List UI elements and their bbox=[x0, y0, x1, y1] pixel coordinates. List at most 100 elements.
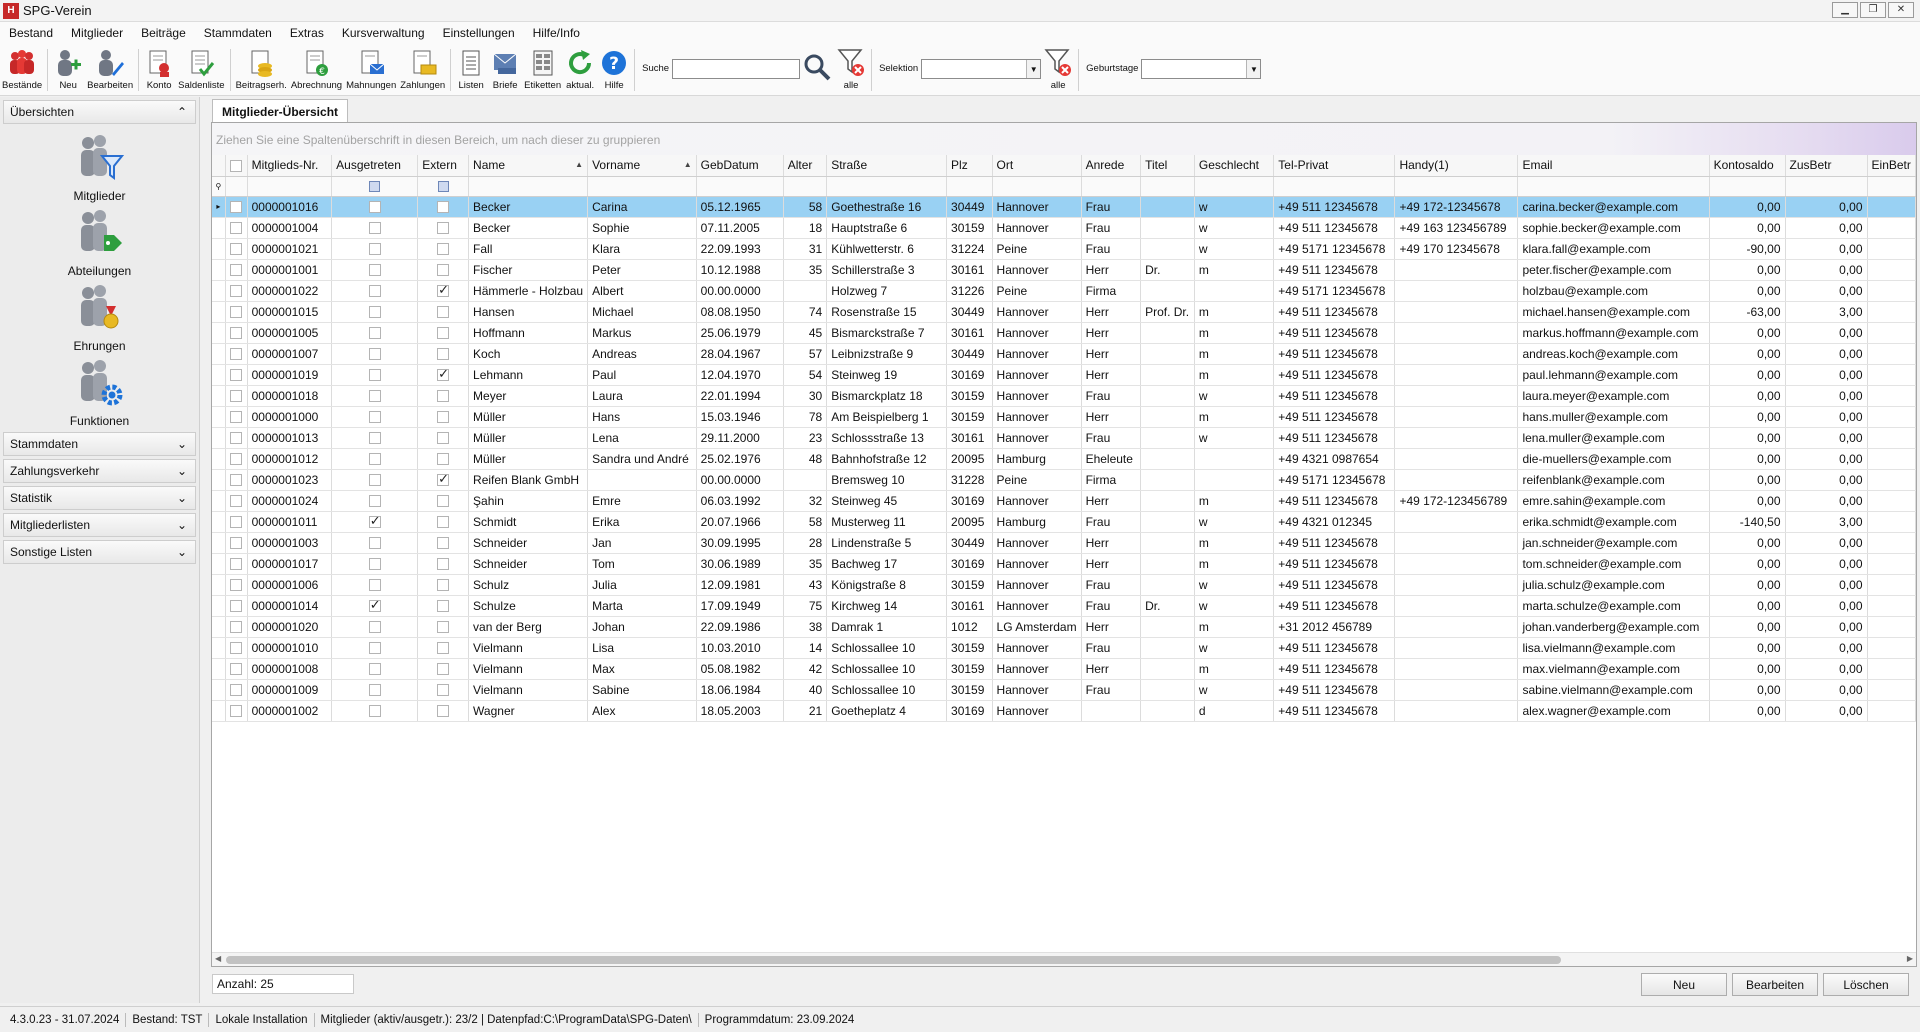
toolbar-hilfe-button[interactable]: ? Hilfe bbox=[597, 44, 631, 91]
sidebar-header-uebersichten[interactable]: Übersichten ⌃ bbox=[3, 100, 196, 124]
table-row[interactable]: 0000001022 Hämmerle - HolzbauAlbert00.00.… bbox=[212, 280, 1916, 302]
row-select-checkbox[interactable] bbox=[225, 406, 248, 428]
column-header-strasse[interactable]: Straße bbox=[826, 155, 948, 177]
ausgetreten-checkbox[interactable] bbox=[331, 679, 419, 701]
row-select-checkbox[interactable] bbox=[225, 595, 248, 617]
row-select-checkbox[interactable] bbox=[225, 574, 248, 596]
scrollbar-thumb[interactable] bbox=[226, 956, 1561, 964]
table-row[interactable]: 0000001009 Vielmann Sabine 18.06.1984 40 Schl… bbox=[212, 679, 1916, 701]
sidebar-header-zahlungsverkehr[interactable]: Zahlungsverkehr ⌄ bbox=[3, 459, 196, 483]
column-header-ausgetreten[interactable]: Ausgetreten bbox=[331, 155, 419, 177]
toolbar-aktual-button[interactable]: aktual. bbox=[563, 44, 597, 91]
ausgetreten-checkbox[interactable] bbox=[331, 532, 419, 554]
table-row[interactable]: 0000001013 Müller Lena 29.11.2000 23 Schlosss… bbox=[212, 427, 1916, 449]
sidebar-header-sonstige-listen[interactable]: Sonstige Listen ⌄ bbox=[3, 540, 196, 564]
row-select-checkbox[interactable] bbox=[225, 469, 248, 491]
select-all-checkbox[interactable] bbox=[225, 155, 248, 177]
menu-extras[interactable]: Extras bbox=[281, 26, 333, 40]
filter-cell[interactable] bbox=[783, 176, 828, 197]
search-input[interactable] bbox=[672, 59, 801, 79]
extern-checkbox[interactable] bbox=[417, 490, 470, 512]
menu-bestand[interactable]: Bestand bbox=[0, 26, 62, 40]
row-select-checkbox[interactable] bbox=[225, 364, 248, 386]
column-header-einbetr[interactable]: EinBetr bbox=[1867, 155, 1916, 177]
sidebar-header-stammdaten[interactable]: Stammdaten ⌄ bbox=[3, 432, 196, 456]
ausgetreten-checkbox[interactable] bbox=[331, 427, 419, 449]
row-select-checkbox[interactable] bbox=[225, 658, 248, 680]
extern-checkbox[interactable] bbox=[417, 259, 470, 281]
row-select-checkbox[interactable] bbox=[225, 637, 248, 659]
ausgetreten-checkbox[interactable] bbox=[331, 217, 419, 239]
row-select-checkbox[interactable] bbox=[225, 322, 248, 344]
table-row[interactable]: 0000001014 SchulzeMarta17.09.194975Kirchw… bbox=[212, 595, 1916, 617]
ausgetreten-checkbox[interactable] bbox=[331, 196, 419, 218]
row-select-checkbox[interactable] bbox=[225, 490, 248, 512]
ausgetreten-checkbox[interactable] bbox=[331, 301, 419, 323]
filter-extern-checkbox[interactable] bbox=[417, 176, 470, 197]
table-row[interactable]: 0000001000 Müller Hans 15.03.1946 78 Am Beisp… bbox=[212, 406, 1916, 428]
column-header-geschlecht[interactable]: Geschlecht bbox=[1194, 155, 1275, 177]
table-row[interactable]: 0000001023 Reifen Blank GmbH 00.00.0000 Bre… bbox=[212, 469, 1916, 491]
table-row[interactable]: 0000001001 Fischer Peter 10.12.1988 35 Schill… bbox=[212, 259, 1916, 281]
extern-checkbox[interactable] bbox=[417, 322, 470, 344]
minimize-button[interactable]: ▁ bbox=[1832, 2, 1858, 18]
column-header-gebdatum[interactable]: GebDatum bbox=[696, 155, 784, 177]
column-header-anrede[interactable]: Anrede bbox=[1081, 155, 1142, 177]
row-select-checkbox[interactable] bbox=[225, 196, 248, 218]
ausgetreten-checkbox[interactable] bbox=[331, 469, 419, 491]
column-header-handy[interactable]: Handy(1) bbox=[1394, 155, 1519, 177]
sidebar-header-mitgliederlisten[interactable]: Mitgliederlisten ⌄ bbox=[3, 513, 196, 537]
extern-checkbox[interactable] bbox=[417, 616, 470, 638]
ausgetreten-checkbox[interactable] bbox=[331, 553, 419, 575]
row-select-checkbox[interactable] bbox=[225, 280, 248, 302]
column-header-mitglieds-nr[interactable]: Mitglieds-Nr. bbox=[247, 155, 333, 177]
filter-cell[interactable] bbox=[1517, 176, 1710, 197]
ausgetreten-checkbox[interactable] bbox=[331, 406, 419, 428]
toolbar-neu-button[interactable]: Neu bbox=[51, 44, 85, 91]
ausgetreten-checkbox[interactable] bbox=[331, 448, 419, 470]
extern-checkbox[interactable] bbox=[417, 406, 470, 428]
toolbar-briefe-button[interactable]: Briefe bbox=[488, 44, 522, 91]
filter-cell[interactable] bbox=[946, 176, 993, 197]
ausgetreten-checkbox[interactable] bbox=[331, 658, 419, 680]
sidebar-item-ehrungen[interactable]: Ehrungen bbox=[0, 274, 199, 353]
extern-checkbox[interactable] bbox=[417, 385, 470, 407]
close-button[interactable]: ✕ bbox=[1888, 2, 1914, 18]
table-row[interactable]: 0000001018 Meyer Laura 22.01.1994 30 Bismarck… bbox=[212, 385, 1916, 407]
sidebar-item-mitglieder[interactable]: Mitglieder bbox=[0, 124, 199, 203]
toolbar-listen-button[interactable]: Listen bbox=[454, 44, 488, 91]
table-row[interactable]: 0000001007 Koch Andreas 28.04.1967 57 Leibniz… bbox=[212, 343, 1916, 365]
extern-checkbox[interactable] bbox=[417, 448, 470, 470]
filter-cell[interactable] bbox=[992, 176, 1082, 197]
ausgetreten-checkbox[interactable] bbox=[331, 343, 419, 365]
menu-stammdaten[interactable]: Stammdaten bbox=[195, 26, 281, 40]
extern-checkbox[interactable] bbox=[417, 574, 470, 596]
column-header-vorname[interactable]: Vorname ▲ bbox=[587, 155, 697, 177]
column-header-name[interactable]: Name ▲ bbox=[468, 155, 589, 177]
row-select-checkbox[interactable] bbox=[225, 448, 248, 470]
extern-checkbox[interactable] bbox=[417, 427, 470, 449]
ausgetreten-checkbox[interactable] bbox=[331, 364, 419, 386]
extern-checkbox[interactable] bbox=[417, 679, 470, 701]
filter-cell[interactable] bbox=[225, 176, 248, 197]
table-row[interactable]: 0000001005 Hoffmann Markus 25.06.1979 45 Bism… bbox=[212, 322, 1916, 344]
table-row[interactable]: 0000001015 Hansen Michael 08.08.1950 74 Rosen… bbox=[212, 301, 1916, 323]
row-select-checkbox[interactable] bbox=[225, 511, 248, 533]
column-header-kontosaldo[interactable]: Kontosaldo bbox=[1709, 155, 1786, 177]
filter-cell[interactable] bbox=[826, 176, 948, 197]
menu-kursverwaltung[interactable]: Kursverwaltung bbox=[333, 26, 434, 40]
toolbar-zahlungen-button[interactable]: Zahlungen bbox=[398, 44, 447, 91]
row-select-checkbox[interactable] bbox=[225, 301, 248, 323]
filter-cell[interactable] bbox=[1394, 176, 1519, 197]
table-row[interactable]: 0000001010 Vielmann Lisa 10.03.2010 14 Schlos… bbox=[212, 637, 1916, 659]
filter-cell[interactable] bbox=[1140, 176, 1195, 197]
table-row[interactable]: 0000001004 Becker Sophie 07.11.2005 18 Haupts… bbox=[212, 217, 1916, 239]
filter-cell[interactable] bbox=[1785, 176, 1868, 197]
extern-checkbox[interactable] bbox=[417, 532, 470, 554]
search-button[interactable] bbox=[800, 44, 834, 85]
table-row[interactable]: 0000001011 SchmidtErika20.07.196658Muster… bbox=[212, 511, 1916, 533]
birthdays-dropdown[interactable]: ▼ bbox=[1141, 59, 1262, 79]
ausgetreten-checkbox[interactable] bbox=[331, 595, 419, 617]
filter-cell[interactable] bbox=[696, 176, 784, 197]
row-select-checkbox[interactable] bbox=[225, 427, 248, 449]
